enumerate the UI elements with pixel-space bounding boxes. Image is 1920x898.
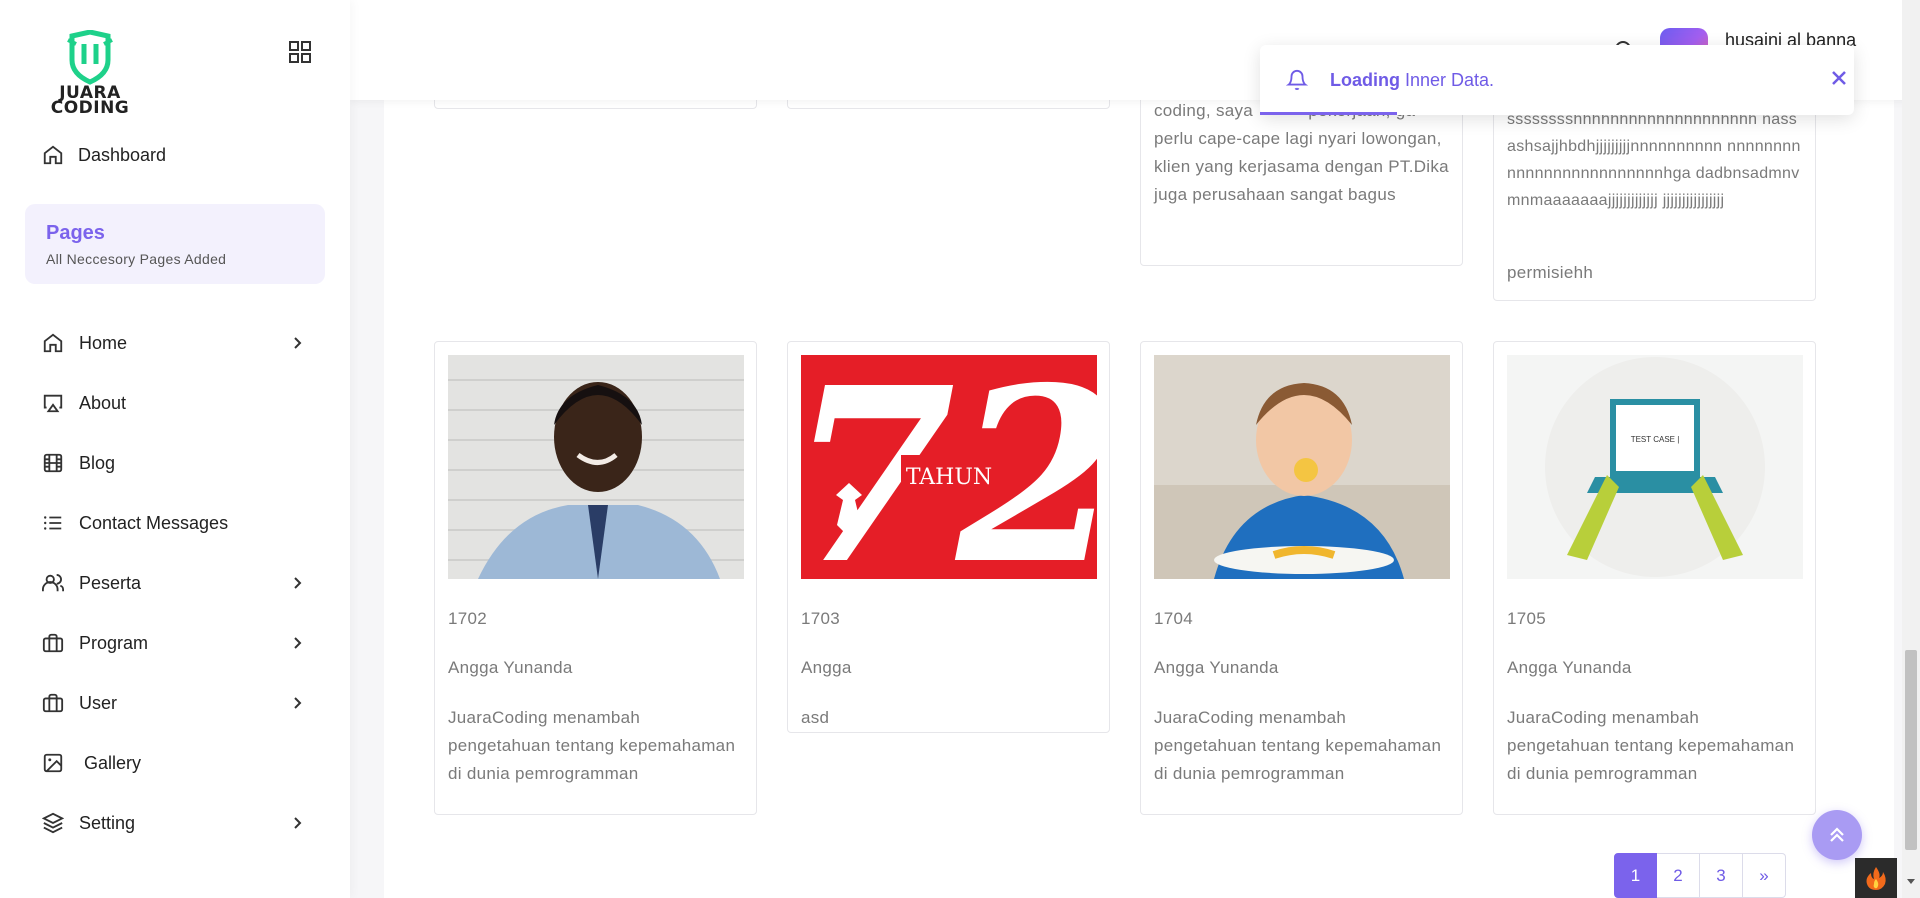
- chevron-right-icon: [294, 817, 302, 829]
- sidebar-item-setting[interactable]: Setting: [42, 793, 312, 853]
- users-icon: [42, 572, 64, 594]
- card-id: 1702: [448, 609, 488, 628]
- sidebar-item-label: Peserta: [79, 572, 142, 593]
- card-description: JuaraCoding menambah pengetahuan tentang…: [1154, 708, 1442, 783]
- sidebar-item-label: About: [79, 392, 127, 413]
- sidebar-item-program[interactable]: Program: [42, 613, 312, 673]
- pages-subtitle: All Neccesory Pages Added: [46, 251, 227, 267]
- toast-notification: Loading Inner Data.: [1260, 45, 1854, 115]
- sidebar-item-about[interactable]: About: [42, 373, 312, 433]
- home-icon: [43, 145, 63, 165]
- page-1-button[interactable]: 1: [1614, 853, 1657, 898]
- image-icon: [42, 752, 64, 774]
- card-id: 1705: [1507, 609, 1547, 628]
- back-to-top-button[interactable]: [1812, 810, 1862, 860]
- sidebar-item-blog[interactable]: Blog: [42, 433, 312, 493]
- sidebar-item-label: Blog: [79, 452, 116, 473]
- sidebar-item-label: Contact Messages: [79, 512, 229, 533]
- shield-logo-icon: [67, 29, 113, 85]
- card-description: asd: [801, 708, 830, 727]
- chevron-right-icon: [294, 637, 302, 649]
- close-icon[interactable]: [1830, 69, 1848, 87]
- chevrons-up-icon: [1830, 827, 1844, 842]
- chevron-right-icon: [294, 577, 302, 589]
- chevron-right-icon: [294, 697, 302, 709]
- main-content: coding, saya pekerjaan, ga perlu cape-ca…: [384, 0, 1894, 898]
- card-id: 1704: [1154, 609, 1194, 628]
- page-scrollbar[interactable]: [1902, 0, 1920, 898]
- sidebar-item-gallery[interactable]: Gallery: [42, 733, 312, 793]
- gallery-card[interactable]: 72 TAHUN 1703 Angga asd: [787, 341, 1110, 733]
- card-name: Angga Yunanda: [1154, 658, 1279, 677]
- sidebar-item-label: Home: [79, 332, 128, 353]
- home-icon: [42, 332, 64, 354]
- juara-coding-logo[interactable]: JUARA CODING: [42, 29, 138, 122]
- sidebar-item-label: Dashboard: [78, 144, 167, 165]
- card-name: Angga Yunanda: [448, 658, 573, 677]
- gallery-card[interactable]: 1702 Angga Yunanda JuaraCoding menambah …: [434, 341, 757, 815]
- card-top-4-name: permisiehh: [1507, 263, 1594, 282]
- image-text-tahun: TAHUN: [906, 465, 992, 490]
- page-3-button[interactable]: 3: [1700, 853, 1743, 898]
- sidebar-item-dashboard[interactable]: Dashboard: [42, 144, 166, 166]
- card-id: 1703: [801, 609, 841, 628]
- card-image-test-case-laptop: TEST CASE |: [1507, 355, 1803, 579]
- list-icon: [42, 512, 64, 534]
- airplay-icon: [42, 392, 64, 414]
- next-page-button[interactable]: »: [1743, 853, 1786, 898]
- sidebar: JUARA CODING Dashboard Pages All Necceso…: [0, 0, 350, 898]
- sidebar-item-user[interactable]: User: [42, 673, 312, 733]
- sidebar-item-label: Setting: [79, 812, 136, 833]
- card-image-portrait: [448, 355, 744, 579]
- scroll-down-icon[interactable]: [1906, 876, 1916, 886]
- card-description: JuaraCoding menambah pengetahuan tentang…: [448, 708, 736, 783]
- gallery-card[interactable]: TEST CASE | 1705 Angga Yunanda JuaraCodi…: [1493, 341, 1816, 815]
- briefcase-icon: [42, 632, 64, 654]
- sidebar-item-label: User: [79, 692, 118, 713]
- sidebar-item-label: Gallery: [84, 752, 142, 773]
- gallery-card[interactable]: 1704 Angga Yunanda JuaraCoding menambah …: [1140, 341, 1463, 815]
- logo-text: JUARA CODING: [50, 83, 130, 118]
- toast-progress-bar: [1260, 112, 1397, 115]
- briefcase-icon: [42, 692, 64, 714]
- card-image-72-tahun: 72 TAHUN: [801, 355, 1097, 579]
- sidebar-item-label: Program: [79, 632, 149, 653]
- pages-title: Pages: [46, 222, 105, 244]
- layers-icon: [42, 812, 64, 834]
- sidebar-item-home[interactable]: Home: [42, 313, 312, 373]
- sidebar-menu: Home About Blog Contact Messages Peserta…: [42, 313, 312, 853]
- bell-icon: [1286, 70, 1308, 91]
- toast-message: Loading Inner Data.: [1330, 70, 1495, 90]
- film-icon: [42, 452, 64, 474]
- card-name: Angga Yunanda: [1507, 658, 1632, 677]
- card-description: JuaraCoding menambah pengetahuan tentang…: [1507, 708, 1795, 783]
- chevron-right-icon: [294, 337, 302, 349]
- scrollbar-thumb[interactable]: [1905, 650, 1917, 850]
- grid-menu-icon[interactable]: [288, 40, 312, 64]
- sidebar-item-contact-messages[interactable]: Contact Messages: [42, 493, 312, 553]
- image-text-test-case: TEST CASE |: [1631, 435, 1680, 444]
- flame-icon[interactable]: [1855, 858, 1897, 898]
- pages-section-card: Pages All Neccesory Pages Added: [25, 204, 325, 284]
- card-name: Angga: [801, 658, 852, 677]
- page-2-button[interactable]: 2: [1657, 853, 1700, 898]
- card-image-child-eating: [1154, 355, 1450, 579]
- card-top-4-text: sssssssshhhhhhhhhhhhhhhhhhhh nassashsajj…: [1507, 111, 1801, 209]
- pagination: 1 2 3 »: [1614, 853, 1786, 898]
- sidebar-item-peserta[interactable]: Peserta: [42, 553, 312, 613]
